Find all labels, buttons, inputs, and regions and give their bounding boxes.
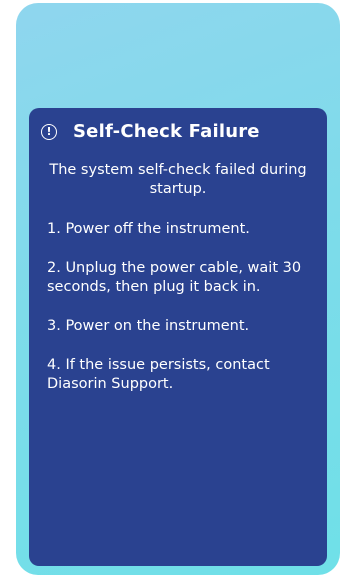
instruction-step: 2. Unplug the power cable, wait 30 secon… bbox=[47, 260, 302, 295]
dialog-header: ! Self-Check Failure bbox=[41, 121, 260, 142]
instruction-step: 1. Power off the instrument. bbox=[47, 221, 250, 237]
instruction-step: 4. If the issue persists, contact Diasor… bbox=[47, 357, 270, 392]
instruction-step: 3. Power on the instrument. bbox=[47, 318, 250, 334]
device-screen: ! Self-Check Failure The system self-che… bbox=[16, 3, 340, 575]
alert-circle-icon: ! bbox=[41, 123, 57, 140]
instruction-list: 1. Power off the instrument. 2. Unplug t… bbox=[47, 220, 309, 414]
dialog-summary: The system self-check failed during star… bbox=[49, 162, 307, 197]
dialog-title: Self-Check Failure bbox=[73, 121, 260, 142]
self-check-failure-dialog: ! Self-Check Failure The system self-che… bbox=[29, 108, 327, 566]
